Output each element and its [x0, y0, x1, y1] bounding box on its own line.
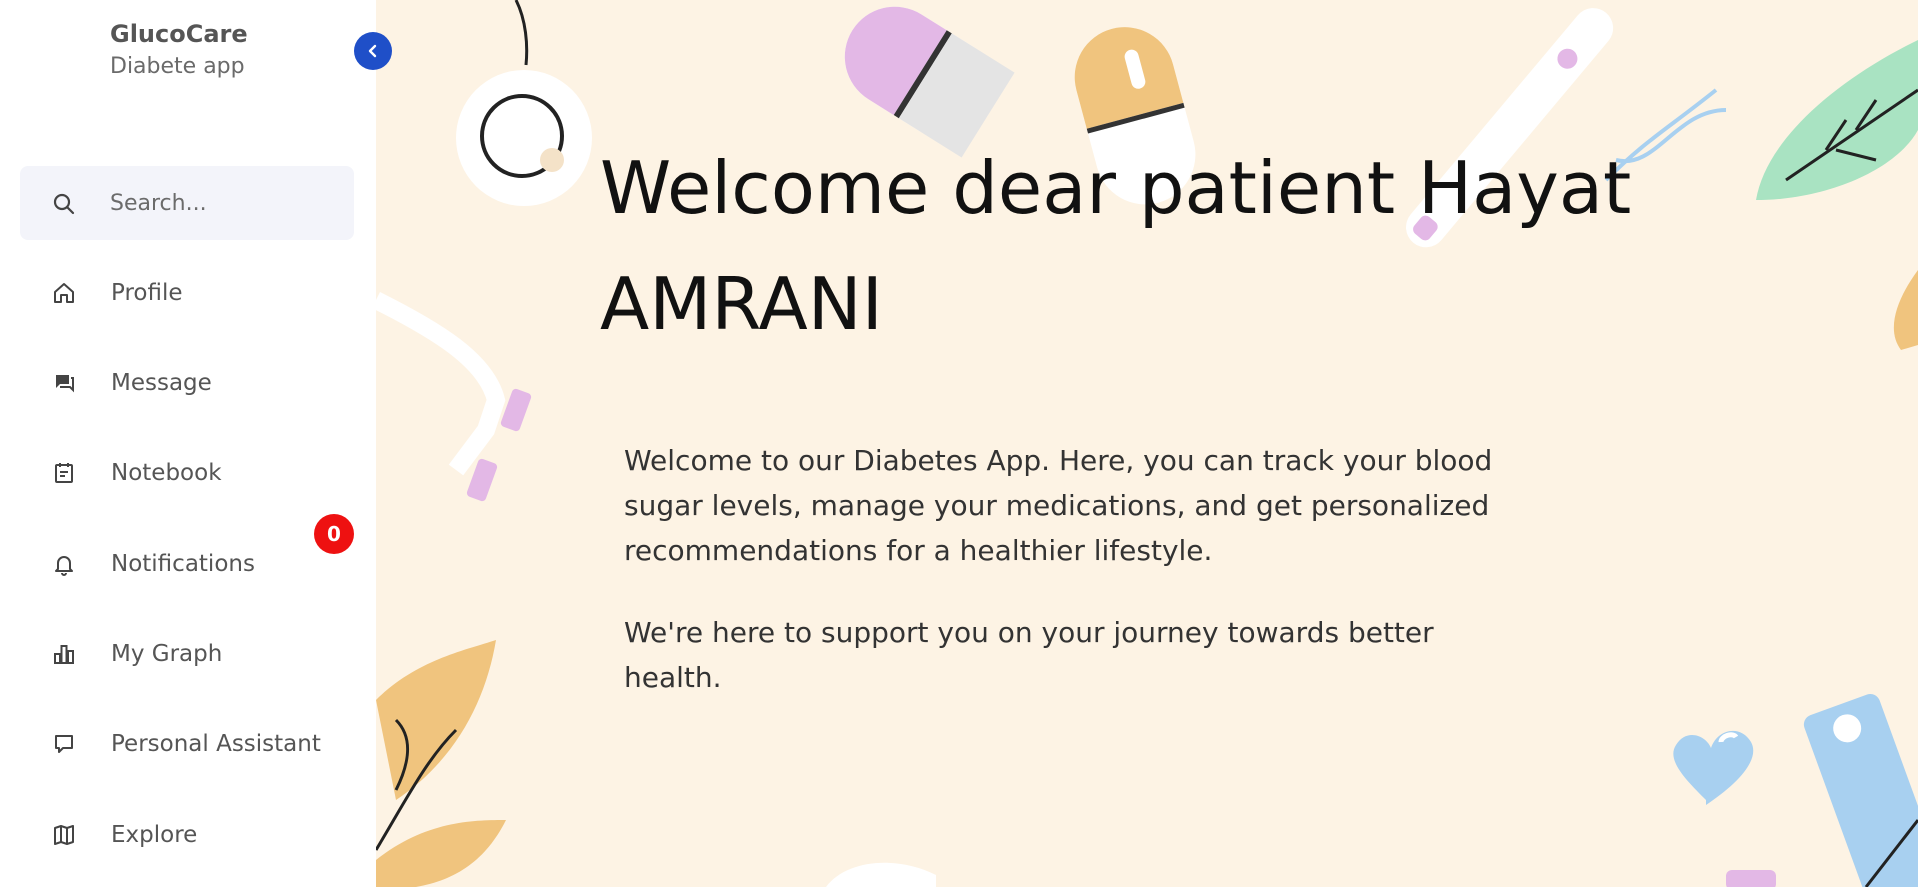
sidebar-item-label: Explore — [111, 822, 198, 848]
sidebar-item-my-graph[interactable]: My Graph — [20, 626, 354, 682]
sidebar: GlucoCare Diabete app Profile Message No… — [0, 0, 376, 887]
sidebar-item-label: Notebook — [111, 460, 222, 486]
sidebar-item-notifications[interactable]: Notifications — [20, 536, 354, 592]
sidebar-item-label: Notifications — [111, 551, 255, 577]
search-box[interactable] — [20, 166, 354, 240]
bar-chart-icon — [54, 645, 74, 664]
sidebar-item-message[interactable]: Message — [20, 355, 354, 411]
sidebar-item-notebook[interactable]: Notebook — [20, 445, 354, 501]
sidebar-item-profile[interactable]: Profile — [20, 265, 354, 321]
support-paragraph: We're here to support you on your journe… — [624, 616, 1434, 694]
collapse-sidebar-button[interactable] — [354, 32, 392, 70]
app-subtitle: Diabete app — [110, 54, 245, 79]
brand: GlucoCare Diabete app — [110, 20, 248, 79]
chat-icon — [56, 375, 74, 393]
speech-bubble-icon — [55, 735, 73, 753]
sidebar-item-label: Message — [111, 370, 212, 396]
home-icon — [54, 283, 74, 303]
bell-icon — [55, 556, 73, 576]
notebook-icon — [55, 463, 73, 483]
search-input[interactable] — [110, 184, 340, 222]
search-icon — [53, 193, 75, 215]
sidebar-item-explore[interactable]: Explore — [20, 807, 354, 863]
chevron-left-icon — [368, 44, 377, 58]
map-icon — [54, 825, 74, 845]
sidebar-item-label: Profile — [111, 280, 183, 306]
main-content: Welcome dear patient Hayat AMRANI Welcom… — [376, 0, 1918, 887]
welcome-title: Welcome dear patient Hayat AMRANI — [600, 146, 1632, 346]
app-name: GlucoCare — [110, 20, 248, 48]
notification-badge: 0 — [314, 514, 354, 554]
sidebar-item-label: Personal Assistant — [111, 731, 321, 757]
sidebar-item-label: My Graph — [111, 641, 223, 667]
intro-paragraph: Welcome to our Diabetes App. Here, you c… — [624, 444, 1493, 567]
sidebar-item-personal-assistant[interactable]: Personal Assistant — [20, 716, 354, 772]
